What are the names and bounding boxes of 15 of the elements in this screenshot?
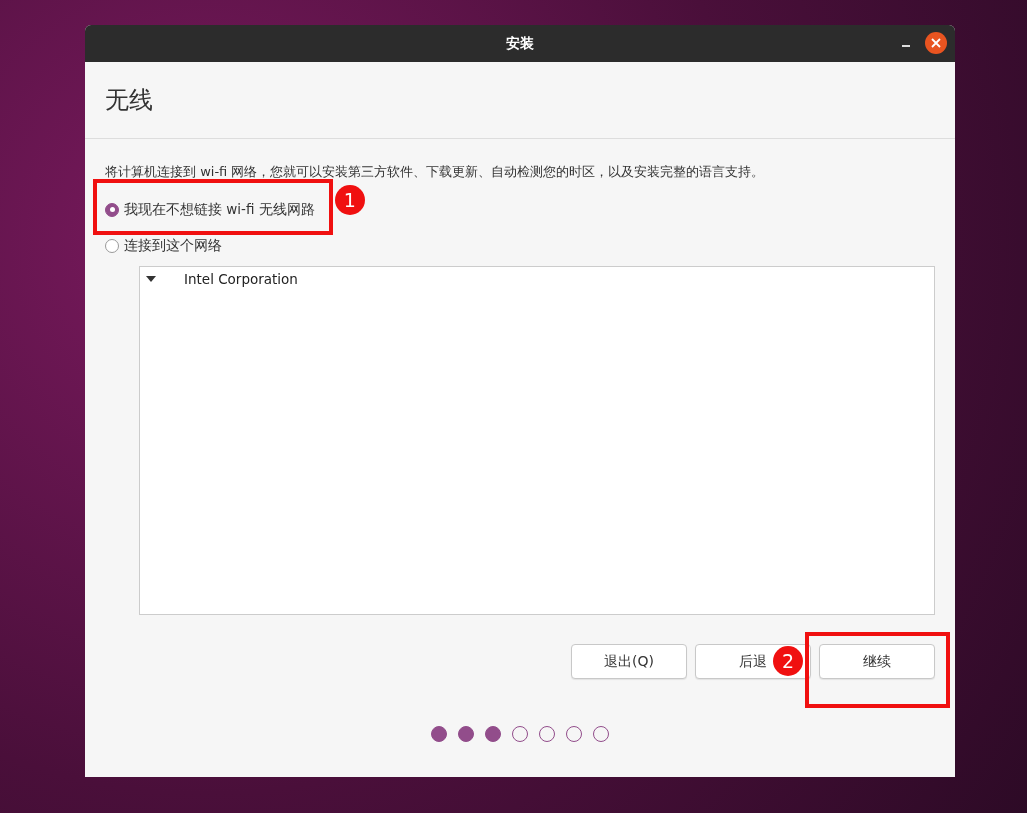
radio-button[interactable]	[105, 239, 119, 253]
annotation-badge: 1	[334, 185, 365, 215]
radio-option[interactable]: 我现在不想链接 wi-fi 无线网路	[105, 198, 315, 221]
network-name: Intel Corporation	[184, 271, 298, 287]
wizard-button[interactable]: 退出(Q)	[571, 644, 687, 679]
expanded-caret-icon[interactable]	[146, 274, 156, 284]
radio-button[interactable]	[105, 202, 119, 217]
network-row[interactable]: Intel Corporation	[140, 267, 934, 291]
close-button[interactable]	[925, 32, 947, 54]
wizard-button[interactable]: 继续	[819, 644, 935, 679]
window-title: 安装	[506, 34, 534, 53]
radio-option[interactable]: 连接到这个网络	[105, 235, 222, 257]
page-title: 无线	[105, 85, 153, 116]
close-icon	[931, 38, 941, 48]
description-text: 将计算机连接到 wi-fi 网络，您就可以安装第三方软件、下载更新、自动检测您的时区，以及安装完整的语言支持。	[105, 163, 766, 181]
